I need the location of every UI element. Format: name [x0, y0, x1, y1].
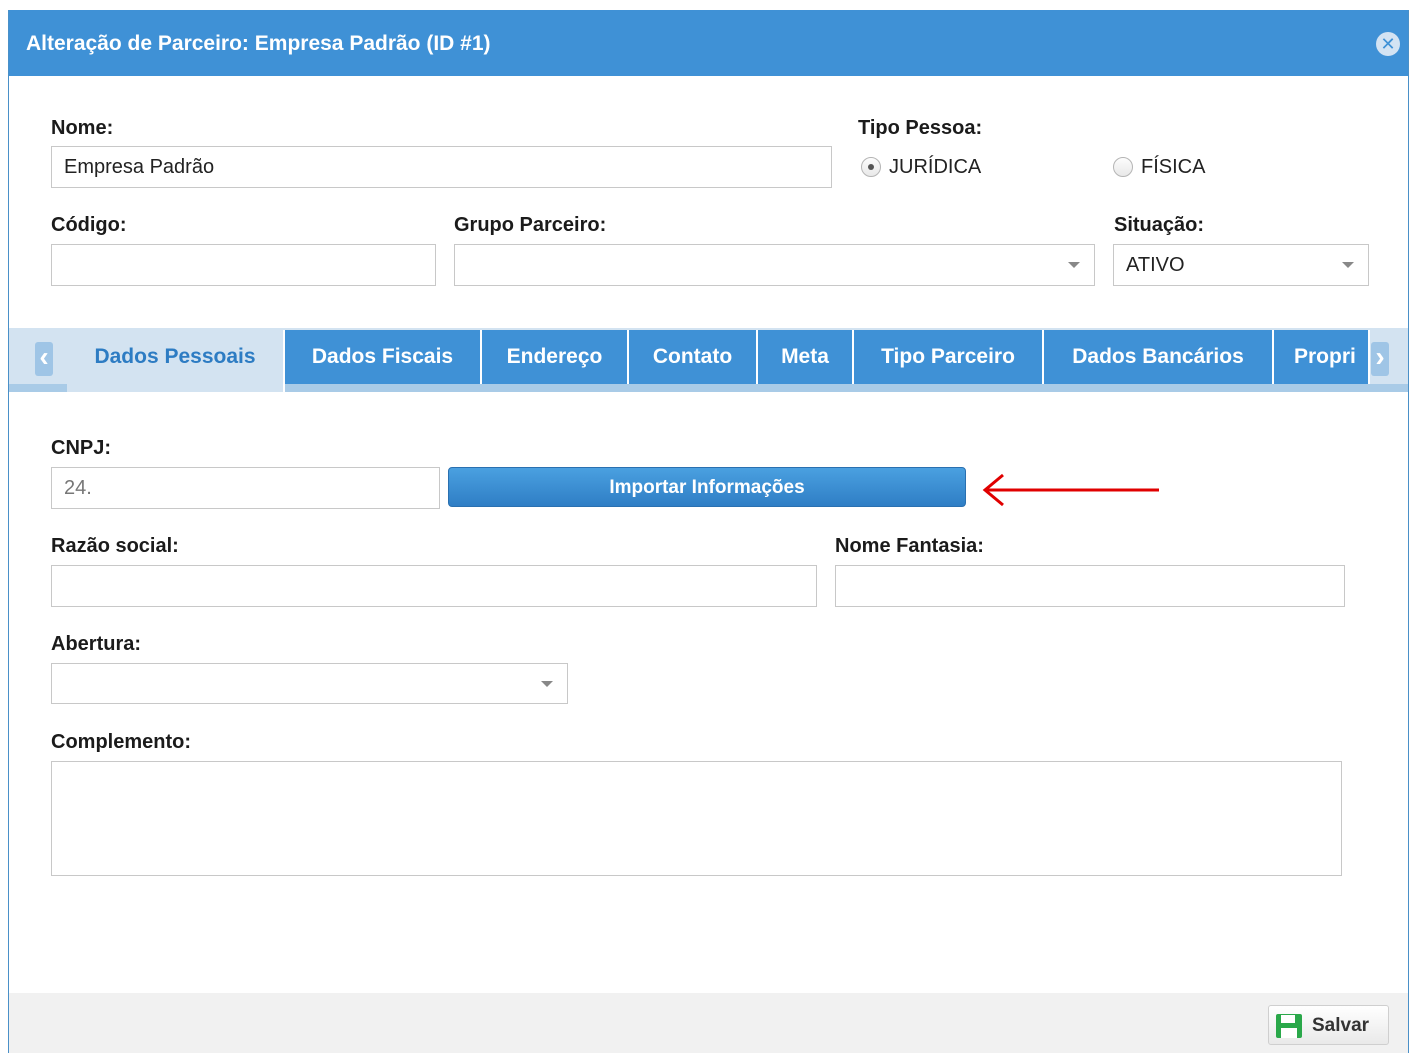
nome-label: Nome:: [51, 117, 114, 139]
situacao-select[interactable]: ATIVO: [1113, 244, 1369, 286]
radio-fisica-label: FÍSICA: [1141, 156, 1206, 178]
situacao-label: Situação:: [1114, 214, 1205, 236]
dialog-title: Alteração de Parceiro: Empresa Padrão (I…: [26, 32, 491, 55]
radio-selected-dot: [868, 164, 874, 170]
grupo-parceiro-select[interactable]: [454, 244, 1095, 286]
chevron-down-icon: [1342, 262, 1354, 268]
nome-fantasia-label: Nome Fantasia:: [835, 535, 984, 557]
chevron-down-icon: [541, 681, 553, 687]
tab-dados-pessoais[interactable]: Dados Pessoais: [67, 330, 285, 392]
cnpj-input[interactable]: 24.: [51, 467, 440, 509]
codigo-label: Código:: [51, 214, 127, 236]
radio-juridica-label: JURÍDICA: [889, 156, 982, 178]
radio-fisica[interactable]: [1113, 157, 1133, 177]
codigo-input[interactable]: [51, 244, 436, 286]
chevron-down-icon: [1068, 262, 1080, 268]
partner-edit-dialog: Alteração de Parceiro: Empresa Padrão (I…: [8, 10, 1409, 1053]
situacao-value: ATIVO: [1126, 254, 1185, 276]
razao-social-label: Razão social:: [51, 535, 179, 557]
nome-input[interactable]: Empresa Padrão: [51, 146, 832, 188]
tab-dados-bancarios[interactable]: Dados Bancários: [1044, 330, 1274, 384]
import-info-button[interactable]: Importar Informações: [448, 467, 966, 507]
radio-juridica[interactable]: [861, 157, 881, 177]
save-button[interactable]: Salvar: [1268, 1005, 1389, 1045]
tab-meta[interactable]: Meta: [758, 330, 854, 384]
grupo-parceiro-label: Grupo Parceiro:: [454, 214, 607, 236]
abertura-label: Abertura:: [51, 633, 142, 655]
dialog-titlebar: Alteração de Parceiro: Empresa Padrão (I…: [9, 10, 1408, 76]
tab-dados-fiscais[interactable]: Dados Fiscais: [285, 330, 482, 384]
complemento-textarea[interactable]: [51, 761, 1342, 876]
tipo-pessoa-label: Tipo Pessoa:: [858, 117, 983, 139]
annotation-arrow-icon: [982, 473, 1159, 507]
tab-contato[interactable]: Contato: [629, 330, 758, 384]
tab-tipo-parceiro[interactable]: Tipo Parceiro: [854, 330, 1044, 384]
tab-propri[interactable]: Propri: [1274, 330, 1370, 384]
tab-endereco[interactable]: Endereço: [482, 330, 629, 384]
razao-social-input[interactable]: [51, 565, 817, 607]
floppy-disk-icon: [1276, 1014, 1302, 1038]
tab-bar: ‹ Dados Pessoais Dados Fiscais Endereço …: [9, 328, 1408, 392]
dialog-footer: Salvar: [9, 993, 1408, 1053]
save-label: Salvar: [1312, 1015, 1370, 1036]
cnpj-label: CNPJ:: [51, 437, 112, 459]
complemento-label: Complemento:: [51, 731, 191, 753]
tab-next-icon[interactable]: ›: [1371, 342, 1389, 376]
abertura-date-select[interactable]: [51, 663, 568, 704]
close-icon[interactable]: ✕: [1376, 32, 1400, 56]
nome-fantasia-input[interactable]: [835, 565, 1345, 607]
tab-prev-icon[interactable]: ‹: [35, 342, 53, 376]
